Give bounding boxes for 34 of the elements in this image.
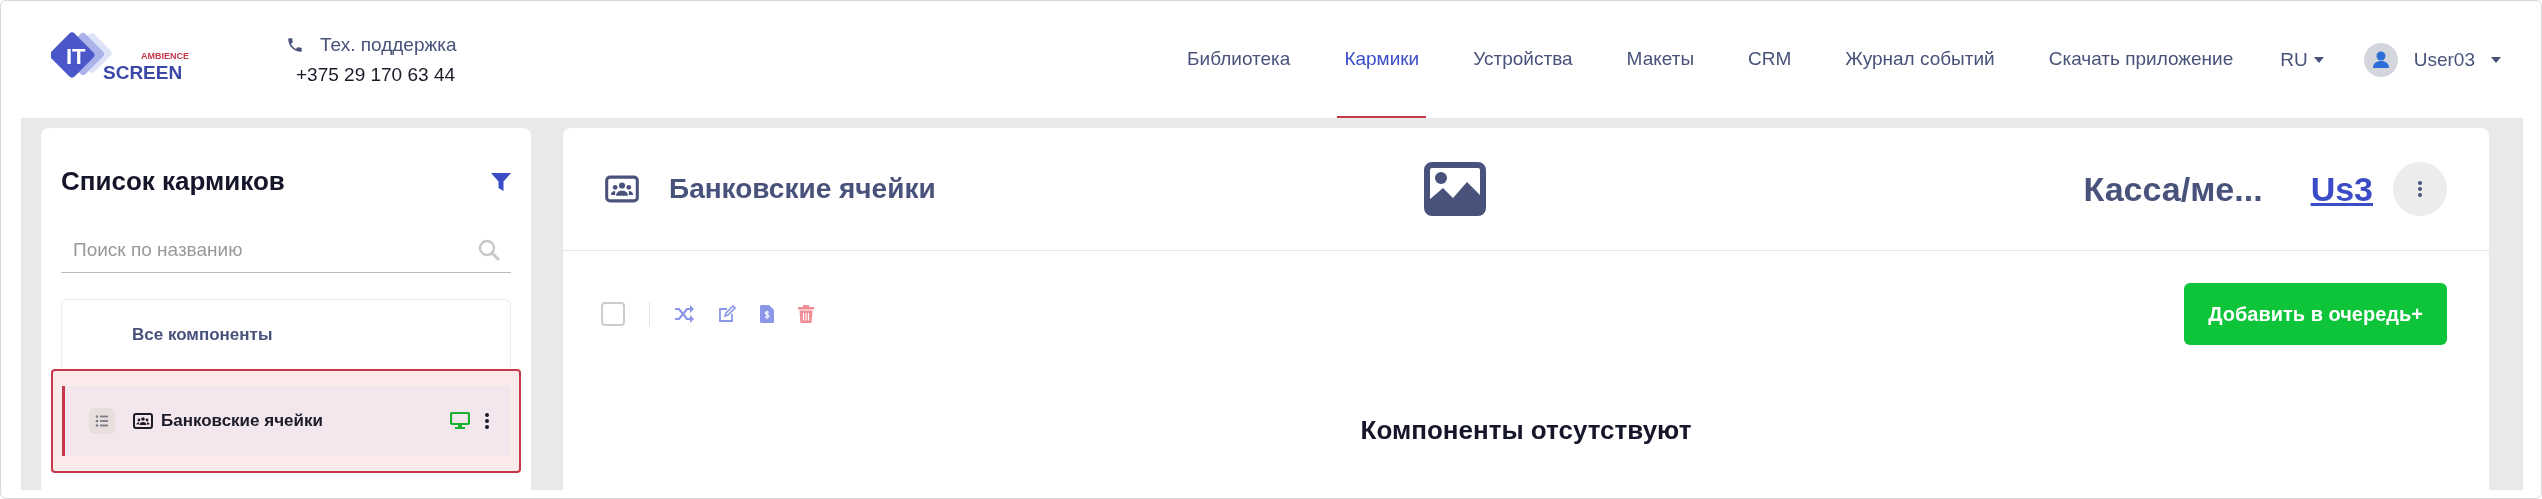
user-link[interactable]: Us3 [2310, 169, 2373, 209]
sidebar-title: Список кармиков [61, 166, 285, 197]
nav-tab[interactable]: Библиотека [1180, 1, 1298, 118]
image-icon [1423, 162, 1486, 216]
support-label: Тех. поддержка [320, 33, 457, 56]
id-card-icon [133, 413, 153, 429]
caret-icon [2313, 56, 2324, 63]
more-icon [2417, 180, 2423, 198]
nav-tab[interactable]: CRM [1741, 1, 1799, 118]
user-menu[interactable]: User03 [2363, 42, 2501, 77]
nav-tab[interactable]: Макеты [1619, 1, 1702, 118]
location-title: Касса/ме... [2083, 169, 2263, 209]
shuffle-icon[interactable] [674, 305, 694, 323]
panel-title: Банковские ячейки [669, 173, 936, 205]
invoice-icon[interactable] [760, 305, 774, 323]
nav-tab[interactable]: Журнал событий [1838, 1, 2002, 118]
id-card-icon [605, 175, 639, 203]
select-all-checkbox[interactable] [601, 302, 625, 326]
list-icon[interactable] [89, 408, 115, 434]
phone-number: +375 29 170 63 44 [295, 63, 456, 86]
language-dropdown[interactable]: RU [2280, 48, 2324, 71]
search-field[interactable]: Поиск по названию [71, 237, 477, 262]
avatar-icon [2363, 42, 2398, 77]
nav-tab[interactable]: Устройства [1466, 1, 1580, 118]
empty-message: Компоненты отсутствуют [1359, 415, 1693, 446]
search-icon [477, 237, 501, 262]
filter-icon[interactable] [491, 172, 511, 191]
edit-icon[interactable] [718, 305, 736, 323]
more-icon[interactable] [484, 412, 490, 430]
nav-tab[interactable]: Скачать приложение [2041, 1, 2241, 118]
caret-icon [2491, 56, 2501, 63]
list-item[interactable]: Банковские ячейки [62, 386, 510, 456]
trash-icon[interactable] [798, 305, 814, 323]
phone-icon [286, 35, 304, 54]
